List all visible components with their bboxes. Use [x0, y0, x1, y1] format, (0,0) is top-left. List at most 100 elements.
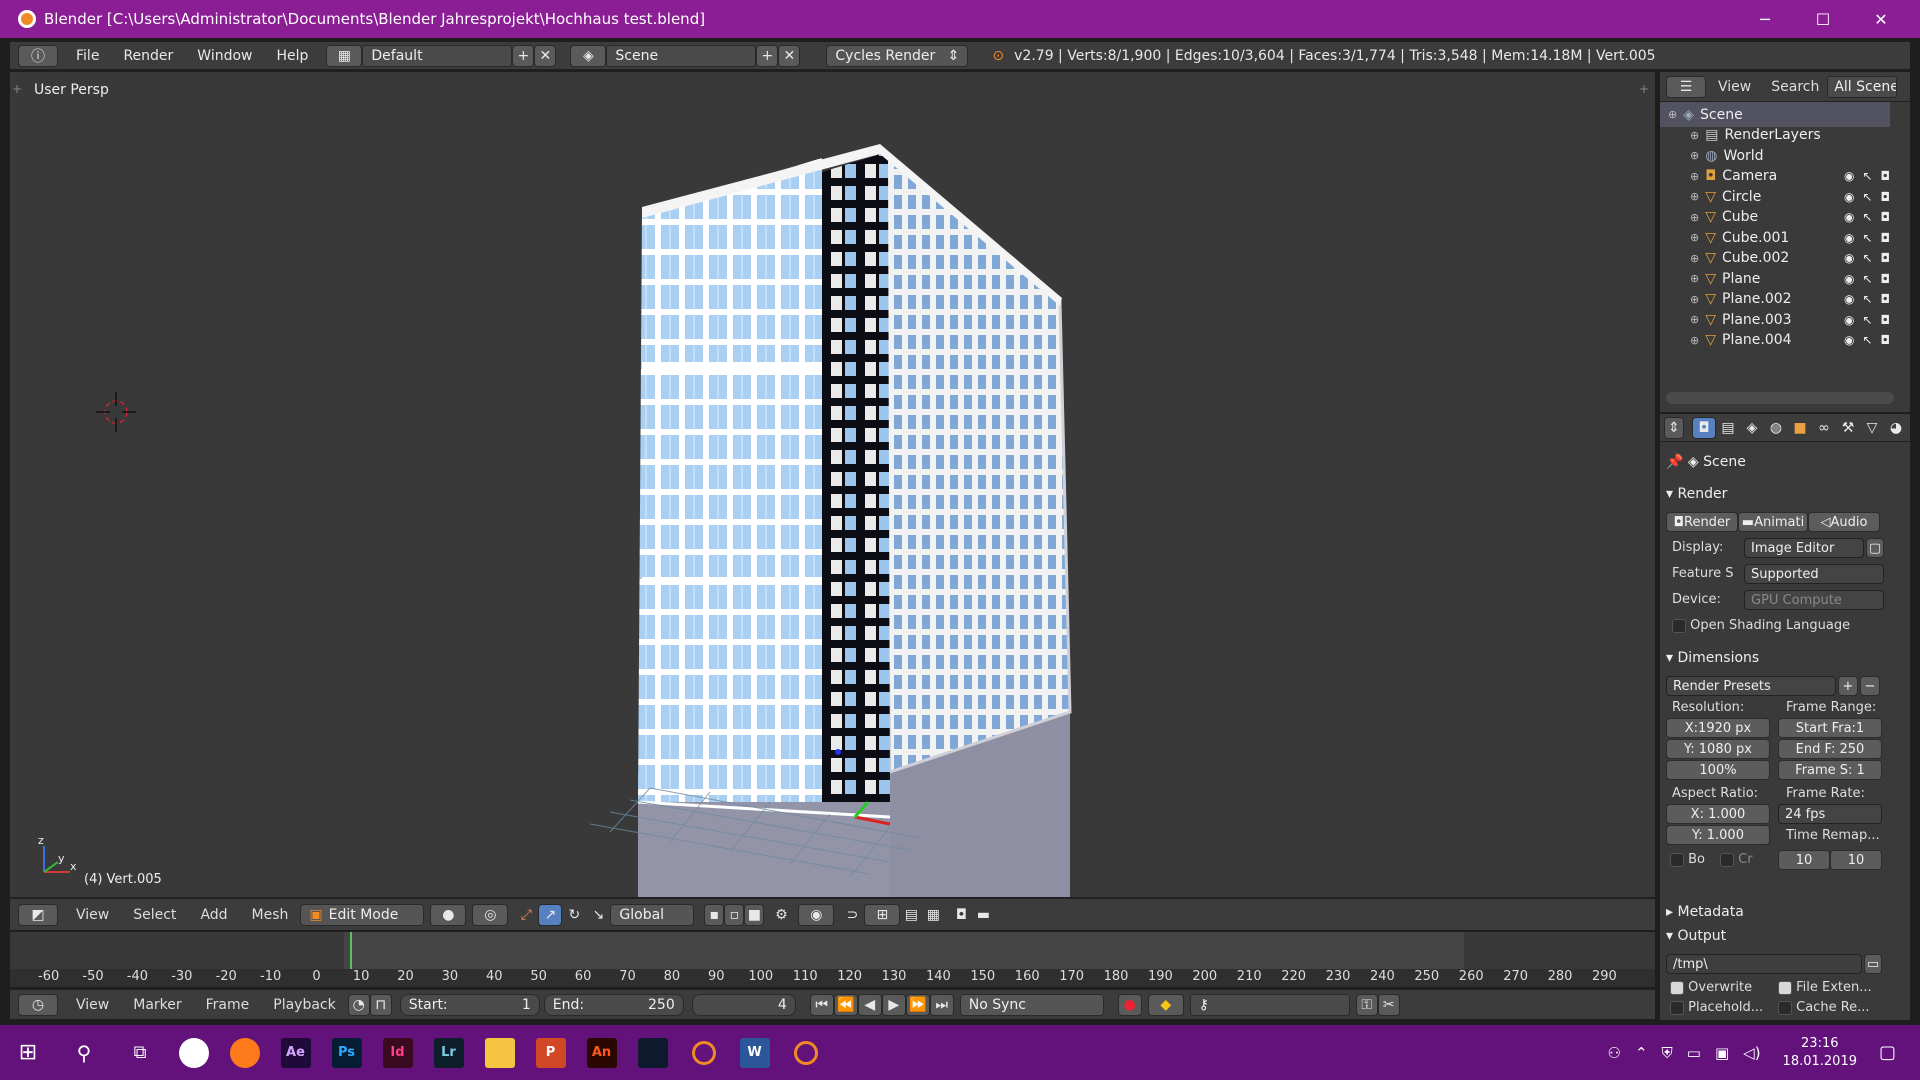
- overwrite-row[interactable]: Overwrite: [1670, 980, 1752, 995]
- translate-manipulator[interactable]: ↗: [538, 903, 563, 926]
- render-presets-dropdown[interactable]: Render Presets: [1666, 676, 1836, 696]
- expand-toggle-icon[interactable]: ⊕: [1690, 334, 1699, 347]
- eye-icon[interactable]: ◉: [1844, 333, 1854, 347]
- render-icon[interactable]: ◘: [1881, 272, 1891, 286]
- frame-step-field[interactable]: Frame S: 1: [1778, 760, 1882, 780]
- expand-toggle-icon[interactable]: ⊕: [1690, 211, 1699, 224]
- jump-keyframe-forward-button[interactable]: ⏩: [905, 993, 930, 1016]
- cursor-icon[interactable]: ↖: [1862, 169, 1872, 183]
- delete-keyframe-button[interactable]: ✂: [1377, 993, 1400, 1016]
- scale-manipulator[interactable]: ↘: [586, 903, 611, 926]
- sync-dropdown[interactable]: No Sync: [959, 993, 1104, 1016]
- modifiers-tab[interactable]: ⚒: [1836, 416, 1860, 439]
- cursor-icon[interactable]: ↖: [1862, 251, 1872, 265]
- current-frame-field[interactable]: 4: [691, 993, 796, 1016]
- menu-view[interactable]: View: [64, 997, 121, 1013]
- browse-output-button[interactable]: ▭: [1864, 954, 1882, 974]
- editor-type-button[interactable]: ◩: [18, 903, 58, 926]
- mode-dropdown[interactable]: ▣ Edit Mode: [300, 903, 425, 926]
- menu-window[interactable]: Window: [185, 48, 264, 64]
- clock[interactable]: 23:16 18.01.2019: [1775, 1035, 1865, 1071]
- close-button[interactable]: ✕: [1852, 0, 1910, 38]
- battery-icon[interactable]: ▭: [1687, 1044, 1701, 1062]
- add-scene-button[interactable]: +: [756, 44, 779, 67]
- end-frame-field[interactable]: End: 250: [543, 993, 684, 1016]
- render-image-button[interactable]: ◘: [950, 903, 973, 926]
- eye-icon[interactable]: ◉: [1844, 272, 1854, 286]
- crop-row[interactable]: Cr: [1720, 852, 1753, 867]
- render-button[interactable]: ◘ Render: [1666, 512, 1738, 532]
- file-extension-row[interactable]: File Exten...: [1778, 980, 1872, 995]
- osl-row[interactable]: Open Shading Language: [1672, 618, 1850, 633]
- render-animation-button[interactable]: ▬: [972, 903, 995, 926]
- building-model[interactable]: [10, 72, 1655, 897]
- render-icon[interactable]: ◘: [1881, 292, 1891, 306]
- toolshelf-toggle-icon[interactable]: +: [12, 82, 22, 96]
- scene-tab[interactable]: ◈: [1740, 416, 1764, 439]
- taskbar-app-button[interactable]: [627, 1025, 678, 1080]
- eye-icon[interactable]: ◉: [1844, 251, 1854, 265]
- active-keying-set-field[interactable]: ⚷: [1189, 993, 1350, 1016]
- minimize-button[interactable]: ─: [1736, 0, 1794, 38]
- display-dropdown[interactable]: Image Editor: [1744, 538, 1864, 558]
- taskbar-app-button[interactable]: Id: [372, 1025, 423, 1080]
- cache-result-checkbox[interactable]: [1778, 1000, 1792, 1015]
- crop-checkbox[interactable]: [1720, 852, 1734, 867]
- menu-playback[interactable]: Playback: [261, 997, 347, 1013]
- volume-icon[interactable]: ◁): [1743, 1044, 1760, 1062]
- expand-toggle-icon[interactable]: ⊕: [1690, 293, 1699, 306]
- taskbar-app-button[interactable]: [474, 1025, 525, 1080]
- cursor-icon[interactable]: ↖: [1862, 313, 1872, 327]
- expand-toggle-icon[interactable]: ⊕: [1690, 272, 1699, 285]
- render-icon[interactable]: ◘: [1881, 313, 1891, 327]
- add-preset-button[interactable]: +: [1838, 676, 1858, 696]
- menu-view[interactable]: View: [1706, 79, 1763, 95]
- editor-type-button[interactable]: ☰: [1666, 75, 1706, 98]
- cursor-icon[interactable]: ↖: [1862, 333, 1872, 347]
- keying-set-dropdown[interactable]: ◆: [1147, 993, 1184, 1016]
- taskbar-app-button[interactable]: Ps: [321, 1025, 372, 1080]
- render-icon[interactable]: ◘: [1881, 231, 1891, 245]
- render-layers-tab[interactable]: ▤: [1716, 416, 1740, 439]
- remove-preset-button[interactable]: −: [1860, 676, 1880, 696]
- taskbar-app-button[interactable]: P: [525, 1025, 576, 1080]
- cache-result-row[interactable]: Cache Re...: [1778, 1000, 1870, 1015]
- vertex-select-button[interactable]: ▪: [704, 903, 725, 926]
- taskbar-app-button[interactable]: [219, 1025, 270, 1080]
- auto-keying-button[interactable]: ●: [1117, 993, 1142, 1016]
- feature-set-dropdown[interactable]: Supported: [1744, 564, 1884, 584]
- render-icon[interactable]: ◘: [1881, 210, 1891, 224]
- world-tab[interactable]: ◍: [1764, 416, 1788, 439]
- time-remap-old-field[interactable]: 10: [1778, 850, 1830, 870]
- audio-button[interactable]: ◁ Audio: [1808, 512, 1880, 532]
- pin-icon[interactable]: 📌: [1666, 454, 1683, 470]
- animation-button[interactable]: ▬ Animati: [1738, 512, 1808, 532]
- material-tab[interactable]: ◕: [1884, 416, 1908, 439]
- network-icon[interactable]: ▣: [1715, 1044, 1729, 1062]
- layers-toggle[interactable]: ▤: [900, 903, 923, 926]
- render-icon[interactable]: ◘: [1881, 190, 1891, 204]
- windows-start-button[interactable]: ⊞: [0, 1025, 56, 1080]
- play-button[interactable]: ▶: [881, 993, 906, 1016]
- jump-end-button[interactable]: ⏭: [929, 993, 954, 1016]
- resolution-y-field[interactable]: Y: 1080 px: [1666, 739, 1770, 759]
- timeline-ruler[interactable]: -60 -50 -40 -30 -20 -10 0 10 20 30 40 50 60 70 80 90 100…: [10, 969, 1655, 987]
- resolution-x-field[interactable]: X:1920 px: [1666, 718, 1770, 738]
- render-icon[interactable]: ◘: [1881, 251, 1891, 265]
- manipulator-toggle[interactable]: ⤢: [514, 903, 539, 926]
- jump-keyframe-back-button[interactable]: ⏪: [833, 993, 858, 1016]
- placeholders-checkbox[interactable]: [1670, 1000, 1684, 1015]
- end-frame-field[interactable]: End F: 250: [1778, 739, 1882, 759]
- render-icon[interactable]: ◘: [1881, 169, 1891, 183]
- cursor-icon[interactable]: ↖: [1862, 210, 1872, 224]
- delete-layout-button[interactable]: ✕: [534, 44, 557, 67]
- overwrite-checkbox[interactable]: [1670, 980, 1684, 995]
- taskbar-app-button[interactable]: Lr: [423, 1025, 474, 1080]
- expand-toggle-icon[interactable]: ⊕: [1690, 231, 1699, 244]
- expand-toggle-icon[interactable]: ⊕: [1690, 149, 1699, 162]
- editor-type-button[interactable]: ⓘ: [18, 44, 58, 67]
- menu-render[interactable]: Render: [111, 48, 185, 64]
- display-fullscreen-button[interactable]: ▢: [1866, 538, 1884, 558]
- layout-selector-button[interactable]: ▦: [326, 44, 363, 67]
- insert-keyframe-button[interactable]: ⚿: [1355, 993, 1378, 1016]
